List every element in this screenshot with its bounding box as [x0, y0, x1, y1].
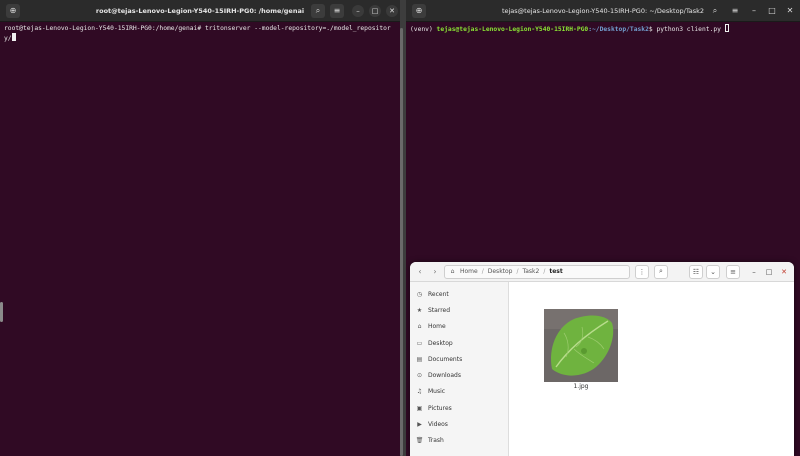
desktop: ⊕ root@tejas-Lenovo-Legion-Y540-15IRH-PG…	[0, 0, 800, 456]
prompt-user-host: tejas@tejas-Lenovo-Legion-Y540-15IRH-PG0	[436, 26, 589, 33]
sidebar-item-music[interactable]: ♫ Music	[410, 384, 508, 400]
sidebar-item-videos[interactable]: ▶ Videos	[410, 416, 508, 432]
new-tab-icon[interactable]: ⊕	[412, 3, 426, 18]
terminal-cursor	[11, 33, 16, 41]
sidebar-item-label: Home	[428, 323, 446, 331]
pictures-icon: ▣	[416, 404, 423, 412]
star-icon: ★	[416, 306, 423, 314]
breadcrumb-desktop[interactable]: Desktop	[488, 268, 513, 275]
files-sidebar: ◷ Recent ★ Starred ⌂ Home ▭ Desktop ▤ Documen…	[410, 282, 509, 456]
downloads-icon: ⊙	[416, 372, 423, 380]
sidebar-item-starred[interactable]: ★ Starred	[410, 302, 508, 318]
search-icon[interactable]: ⌕	[654, 264, 668, 279]
home-icon: ⌂	[417, 323, 422, 331]
documents-icon: ▤	[416, 355, 423, 363]
breadcrumb-test[interactable]: test	[549, 268, 562, 275]
sidebar-item-label: Desktop	[428, 339, 453, 347]
forward-icon[interactable]: ›	[429, 266, 441, 278]
maximize-icon[interactable]: □	[765, 4, 779, 18]
sidebar-item-documents[interactable]: ▤ Documents	[410, 351, 508, 367]
search-icon[interactable]: ⌕	[708, 4, 722, 18]
sidebar-item-label: Documents	[428, 355, 463, 363]
minimize-icon[interactable]: –	[352, 4, 364, 17]
music-icon: ♫	[416, 388, 423, 396]
breadcrumb-separator: /	[516, 268, 519, 275]
sidebar-item-label: Starred	[428, 306, 451, 314]
terminal-right-titlebar[interactable]: ⊕ tejas@tejas-Lenovo-Legion-Y540-15IRH-P…	[406, 0, 800, 22]
file-thumbnail[interactable]	[544, 309, 618, 382]
breadcrumb-separator: /	[543, 268, 546, 275]
files-body: ◷ Recent ★ Starred ⌂ Home ▭ Desktop ▤ Documen…	[410, 282, 794, 456]
dock-handle[interactable]	[0, 302, 3, 322]
terminal-left-window[interactable]: ⊕ root@tejas-Lenovo-Legion-Y540-15IRH-PG…	[0, 0, 400, 456]
close-icon[interactable]: ✕	[783, 4, 797, 18]
prompt-path: :~/Desktop/Task2	[588, 26, 649, 33]
menu-icon[interactable]: ≡	[726, 264, 740, 279]
clock-icon: ◷	[416, 290, 423, 298]
close-icon[interactable]: ✕	[386, 4, 398, 17]
terminal-left-output[interactable]: root@tejas-Lenovo-Legion-Y540-15IRH-PG0:…	[0, 22, 400, 45]
new-tab-icon[interactable]: ⊕	[6, 3, 20, 18]
sidebar-item-home[interactable]: ⌂ Home	[410, 319, 508, 335]
breadcrumb-home[interactable]: Home	[460, 268, 478, 275]
close-icon[interactable]: ✕	[778, 266, 790, 278]
chevron-down-icon[interactable]: ⌄	[706, 264, 720, 279]
sidebar-item-label: Trash	[428, 437, 444, 445]
terminal-right-output[interactable]: (venv) tejas@tejas-Lenovo-Legion-Y540-15…	[406, 22, 800, 36]
minimize-icon[interactable]: –	[747, 4, 761, 18]
terminal-left-prompt: root@tejas-Lenovo-Legion-Y540-15IRH-PG0:…	[4, 25, 205, 32]
trash-icon: 🗑	[415, 437, 424, 445]
sidebar-item-label: Videos	[428, 421, 448, 429]
sidebar-item-label: Pictures	[428, 404, 452, 412]
breadcrumb-separator: /	[481, 268, 484, 275]
files-window[interactable]: ‹ › ⌂ Home / Desktop / Task2 / test ⋮ ⌕ …	[410, 262, 794, 456]
more-options-icon[interactable]: ⋮	[635, 264, 649, 279]
maximize-icon[interactable]: □	[763, 266, 775, 278]
maximize-icon[interactable]: □	[369, 4, 381, 17]
view-toggle-icon[interactable]: ☷	[689, 264, 703, 279]
search-icon[interactable]: ⌕	[311, 3, 325, 18]
terminal-left-titlebar[interactable]: ⊕ root@tejas-Lenovo-Legion-Y540-15IRH-PG…	[0, 0, 400, 22]
back-icon[interactable]: ‹	[414, 266, 426, 278]
terminal-cursor	[724, 24, 729, 32]
breadcrumb[interactable]: ⌂ Home / Desktop / Task2 / test	[444, 264, 630, 279]
desktop-icon: ▭	[416, 339, 423, 347]
menu-icon[interactable]: ≡	[330, 3, 344, 18]
menu-icon[interactable]: ≡	[728, 4, 742, 18]
venv-label: (venv)	[410, 26, 437, 33]
sidebar-item-trash[interactable]: 🗑 Trash	[410, 433, 508, 449]
terminal-right-command: python3 client.py	[656, 26, 725, 33]
sidebar-item-label: Recent	[428, 290, 449, 298]
breadcrumb-task2[interactable]: Task2	[523, 268, 540, 275]
sidebar-item-label: Downloads	[428, 372, 461, 380]
sidebar-item-recent[interactable]: ◷ Recent	[410, 286, 508, 302]
sidebar-item-desktop[interactable]: ▭ Desktop	[410, 335, 508, 351]
files-headerbar[interactable]: ‹ › ⌂ Home / Desktop / Task2 / test ⋮ ⌕ …	[410, 262, 794, 282]
files-content-area[interactable]: 1.jpg	[509, 282, 794, 456]
minimize-icon[interactable]: –	[748, 266, 760, 278]
sidebar-item-downloads[interactable]: ⊙ Downloads	[410, 367, 508, 383]
file-name-label[interactable]: 1.jpg	[544, 383, 618, 390]
leaf-image	[544, 309, 618, 382]
scrollbar-left[interactable]	[400, 28, 403, 456]
sidebar-item-pictures[interactable]: ▣ Pictures	[410, 400, 508, 416]
home-icon: ⌂	[450, 268, 455, 275]
videos-icon: ▶	[417, 421, 422, 429]
sidebar-item-label: Music	[428, 388, 446, 396]
